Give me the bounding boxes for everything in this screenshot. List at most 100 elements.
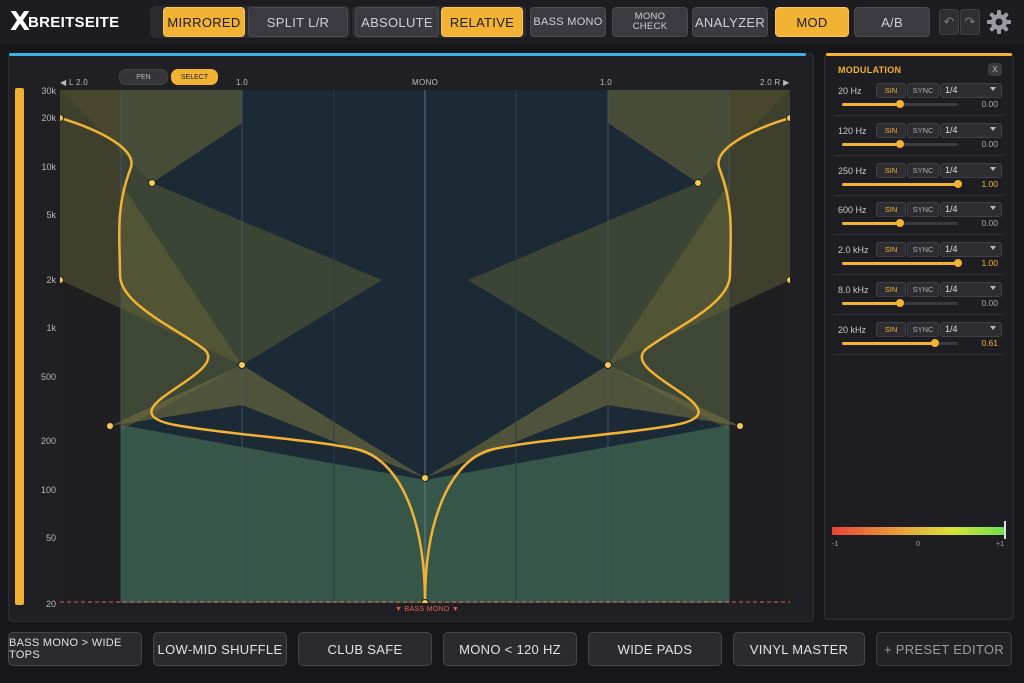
preset-bass-mono-wide-tops[interactable]: BASS MONO > WIDE TOPS	[8, 632, 142, 666]
slider-handle[interactable]	[896, 139, 904, 148]
amount-value: 0.61	[981, 337, 998, 348]
analyzer-button[interactable]: ANALYZER	[692, 7, 768, 37]
undo-icon[interactable]: ↶	[939, 9, 959, 35]
control-point[interactable]	[694, 179, 702, 187]
gear-icon[interactable]	[984, 7, 1014, 37]
amount-slider[interactable]	[842, 139, 958, 148]
sync-button[interactable]: SYNC	[907, 282, 939, 297]
close-icon[interactable]: X	[988, 63, 1002, 76]
level-bar	[15, 88, 24, 605]
absolute-button[interactable]: ABSOLUTE	[355, 7, 439, 37]
meter-min-label: -1	[832, 541, 839, 548]
sync-button[interactable]: SYNC	[907, 83, 939, 98]
control-point[interactable]	[604, 361, 612, 369]
control-point[interactable]	[421, 599, 429, 604]
control-point[interactable]	[106, 422, 114, 430]
plot-area[interactable]	[60, 90, 790, 603]
select-tool-button[interactable]: SELECT	[171, 69, 218, 85]
rate-select[interactable]: 1/4	[940, 242, 1002, 258]
rate-select[interactable]: 1/4	[940, 202, 1002, 218]
x-label-right: 2.0 R ▶	[760, 78, 790, 87]
sync-button[interactable]: SYNC	[907, 242, 939, 258]
control-point[interactable]	[786, 114, 791, 122]
sync-button[interactable]: SYNC	[907, 122, 939, 138]
slider-fill	[842, 262, 958, 266]
amount-value: 1.00	[981, 258, 998, 269]
slider-handle[interactable]	[954, 179, 962, 188]
amount-value: 0.00	[981, 298, 998, 308]
amount-slider[interactable]	[842, 299, 958, 307]
sin-button[interactable]: SIN	[876, 321, 906, 337]
slider-handle[interactable]	[931, 338, 940, 347]
preset-mono-120hz[interactable]: MONO < 120 HZ	[443, 632, 577, 666]
rate-select[interactable]: 1/4	[940, 83, 1002, 98]
rate-value: 1/4	[945, 124, 958, 135]
chevron-down-icon	[990, 126, 996, 131]
amount-slider[interactable]	[842, 338, 958, 347]
amount-slider[interactable]	[842, 179, 962, 188]
chevron-down-icon	[990, 87, 996, 91]
slider-handle[interactable]	[896, 100, 904, 108]
rate-value: 1/4	[945, 284, 958, 294]
bass-mono-button[interactable]: BASS MONO	[530, 7, 606, 37]
y-tick-label: 20k	[41, 113, 56, 123]
preset-editor-button[interactable]: + PRESET EDITOR	[876, 632, 1012, 666]
control-point[interactable]	[786, 276, 791, 284]
sin-button[interactable]: SIN	[876, 242, 906, 258]
modulation-title: MODULATION	[838, 65, 902, 75]
y-tick-label: 2k	[46, 275, 56, 285]
band-frequency: 250 Hz	[838, 165, 867, 176]
editor-accent-line	[9, 53, 806, 56]
sin-button[interactable]: SIN	[876, 162, 906, 178]
sync-button[interactable]: SYNC	[907, 162, 939, 178]
band-frequency: 600 Hz	[838, 205, 867, 216]
control-point[interactable]	[60, 276, 64, 284]
mono-check-button[interactable]: MONO CHECK	[612, 7, 688, 37]
control-point[interactable]	[60, 114, 64, 122]
slider-handle[interactable]	[896, 299, 904, 307]
control-point[interactable]	[148, 179, 156, 187]
pen-tool-button[interactable]: PEN	[119, 69, 168, 85]
rate-select[interactable]: 1/4	[940, 282, 1002, 297]
mod-button[interactable]: MOD	[775, 7, 849, 37]
logo-text: BREITSEITE	[28, 13, 120, 31]
row-divider	[834, 234, 1004, 236]
x-label-left: ◀ L 2.0	[60, 78, 88, 87]
amount-slider[interactable]	[842, 259, 962, 268]
sin-button[interactable]: SIN	[876, 282, 906, 297]
amount-slider[interactable]	[842, 100, 958, 108]
mod-band-row: 250 Hz SIN SYNC 1/4 1.00	[834, 162, 1004, 201]
amount-value: 0.00	[981, 218, 998, 229]
sin-button[interactable]: SIN	[876, 202, 906, 218]
preset-club-safe[interactable]: CLUB SAFE	[298, 632, 432, 666]
rate-select[interactable]: 1/4	[940, 162, 1002, 178]
control-point[interactable]	[421, 474, 429, 482]
sync-button[interactable]: SYNC	[907, 202, 939, 218]
preset-wide-pads[interactable]: WIDE PADS	[588, 632, 722, 666]
rate-value: 1/4	[945, 204, 958, 215]
mod-band-row: 120 Hz SIN SYNC 1/4 0.00	[834, 122, 1004, 161]
redo-icon[interactable]: ↷	[960, 9, 980, 35]
rate-select[interactable]: 1/4	[940, 321, 1002, 337]
preset-low-mid-shuffle[interactable]: LOW-MID SHUFFLE	[153, 632, 287, 666]
preset-vinyl-master[interactable]: VINYL MASTER	[733, 632, 865, 666]
slider-handle[interactable]	[896, 219, 904, 228]
chevron-down-icon	[990, 206, 996, 211]
split-lr-button[interactable]: SPLIT L/R	[248, 7, 348, 37]
row-divider	[834, 154, 1004, 156]
rate-select[interactable]: 1/4	[940, 122, 1002, 138]
modulation-meter	[832, 527, 1004, 535]
y-tick-label: 500	[40, 372, 56, 382]
sin-button[interactable]: SIN	[876, 83, 906, 98]
amount-slider[interactable]	[842, 219, 958, 228]
sin-button[interactable]: SIN	[876, 122, 906, 138]
ab-button[interactable]: A/B	[854, 7, 930, 37]
control-point[interactable]	[736, 422, 744, 430]
mirrored-button[interactable]: MIRRORED	[163, 7, 245, 37]
sync-button[interactable]: SYNC	[907, 321, 939, 337]
control-point[interactable]	[238, 361, 246, 369]
slider-handle[interactable]	[954, 259, 962, 268]
relative-button[interactable]: RELATIVE	[441, 7, 523, 37]
rate-value: 1/4	[945, 323, 958, 334]
rate-value: 1/4	[945, 164, 958, 175]
